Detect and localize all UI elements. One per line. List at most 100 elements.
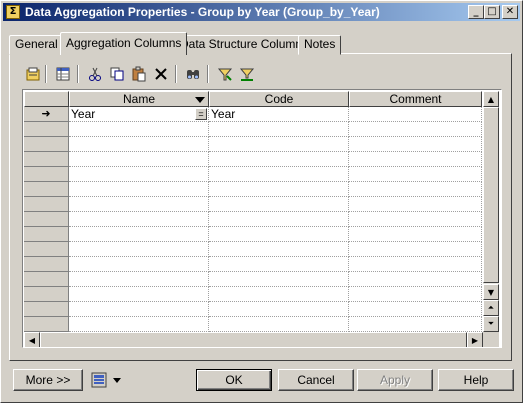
- empty-cell[interactable]: [209, 152, 349, 167]
- empty-cell[interactable]: [349, 227, 482, 242]
- edit-name-button[interactable]: =: [195, 108, 207, 120]
- empty-cell[interactable]: [69, 182, 209, 197]
- row-header[interactable]: [24, 212, 69, 227]
- empty-cell[interactable]: [209, 242, 349, 257]
- empty-cell[interactable]: [69, 317, 209, 332]
- empty-cell[interactable]: [69, 272, 209, 287]
- empty-cell[interactable]: [349, 212, 482, 227]
- horizontal-scroll-thumb[interactable]: [40, 332, 467, 347]
- column-header-comment[interactable]: Comment: [349, 91, 482, 107]
- empty-cell[interactable]: [349, 182, 482, 197]
- empty-cell[interactable]: [349, 167, 482, 182]
- empty-cell[interactable]: [209, 137, 349, 152]
- empty-table-row[interactable]: [24, 287, 482, 302]
- tab-general[interactable]: General: [9, 35, 64, 55]
- empty-table-row[interactable]: [24, 122, 482, 137]
- empty-cell[interactable]: [69, 122, 209, 137]
- empty-cell[interactable]: [69, 302, 209, 317]
- tab-notes[interactable]: Notes: [298, 35, 342, 55]
- empty-cell[interactable]: [349, 272, 482, 287]
- copy-icon[interactable]: [107, 64, 127, 84]
- find-icon[interactable]: [183, 64, 203, 84]
- row-header[interactable]: [24, 242, 69, 257]
- empty-cell[interactable]: [69, 257, 209, 272]
- ok-button[interactable]: OK: [196, 369, 272, 391]
- empty-cell[interactable]: [209, 167, 349, 182]
- row-header[interactable]: [24, 137, 69, 152]
- scroll-page-up-button[interactable]: ⏶: [483, 300, 499, 316]
- row-header[interactable]: [24, 227, 69, 242]
- scroll-right-button[interactable]: ▶: [467, 332, 483, 347]
- empty-cell[interactable]: [209, 272, 349, 287]
- close-button[interactable]: ✕: [502, 5, 518, 19]
- empty-table-row[interactable]: [24, 197, 482, 212]
- table-row[interactable]: ➜ Year = Year: [24, 107, 482, 122]
- apply-button[interactable]: Apply: [357, 369, 433, 391]
- empty-cell[interactable]: [349, 122, 482, 137]
- row-header[interactable]: [24, 182, 69, 197]
- delete-icon[interactable]: [151, 64, 171, 84]
- maximize-button[interactable]: □: [484, 5, 500, 19]
- layout-menu-button[interactable]: [89, 369, 129, 391]
- empty-cell[interactable]: [209, 197, 349, 212]
- empty-cell[interactable]: [69, 197, 209, 212]
- empty-cell[interactable]: [349, 257, 482, 272]
- comment-cell[interactable]: [349, 107, 482, 122]
- empty-cell[interactable]: [69, 242, 209, 257]
- name-cell[interactable]: Year =: [69, 107, 209, 122]
- empty-table-row[interactable]: [24, 167, 482, 182]
- empty-cell[interactable]: [209, 317, 349, 332]
- empty-cell[interactable]: [349, 152, 482, 167]
- code-cell[interactable]: Year: [209, 107, 349, 122]
- empty-cell[interactable]: [209, 287, 349, 302]
- column-dropdown-icon[interactable]: [195, 97, 205, 103]
- empty-cell[interactable]: [209, 212, 349, 227]
- empty-cell[interactable]: [69, 212, 209, 227]
- row-header[interactable]: [24, 167, 69, 182]
- current-row-icon[interactable]: ➜: [24, 107, 69, 122]
- empty-cell[interactable]: [349, 302, 482, 317]
- empty-cell[interactable]: [69, 287, 209, 302]
- more-button[interactable]: More >>: [13, 369, 83, 391]
- empty-cell[interactable]: [349, 317, 482, 332]
- row-header[interactable]: [24, 287, 69, 302]
- empty-cell[interactable]: [209, 257, 349, 272]
- column-header-code[interactable]: Code: [209, 91, 349, 107]
- empty-cell[interactable]: [209, 227, 349, 242]
- empty-cell[interactable]: [69, 227, 209, 242]
- vertical-scrollbar[interactable]: ▲ ▼ ⏶ ⏷: [483, 91, 499, 332]
- empty-cell[interactable]: [349, 197, 482, 212]
- empty-cell[interactable]: [69, 167, 209, 182]
- empty-table-row[interactable]: [24, 227, 482, 242]
- empty-table-row[interactable]: [24, 302, 482, 317]
- properties-icon[interactable]: [23, 64, 43, 84]
- empty-table-row[interactable]: [24, 137, 482, 152]
- empty-table-row[interactable]: [24, 152, 482, 167]
- scroll-up-button[interactable]: ▲: [483, 91, 499, 107]
- row-header[interactable]: [24, 272, 69, 287]
- cancel-button[interactable]: Cancel: [278, 369, 354, 391]
- empty-table-row[interactable]: [24, 317, 482, 332]
- row-header[interactable]: [24, 197, 69, 212]
- empty-cell[interactable]: [69, 152, 209, 167]
- empty-cell[interactable]: [209, 302, 349, 317]
- empty-table-row[interactable]: [24, 242, 482, 257]
- empty-cell[interactable]: [349, 242, 482, 257]
- scroll-down-button[interactable]: ▼: [483, 284, 499, 300]
- tab-data-structure-columns[interactable]: Data Structure Columns: [174, 35, 315, 55]
- clear-filter-icon[interactable]: [237, 64, 257, 84]
- column-header-name[interactable]: Name: [69, 91, 209, 107]
- help-button[interactable]: Help: [438, 369, 514, 391]
- add-columns-icon[interactable]: [53, 64, 73, 84]
- empty-table-row[interactable]: [24, 182, 482, 197]
- vertical-scroll-thumb[interactable]: [483, 107, 499, 283]
- scroll-page-down-button[interactable]: ⏷: [483, 316, 499, 332]
- cut-icon[interactable]: [85, 64, 105, 84]
- empty-table-row[interactable]: [24, 257, 482, 272]
- row-header[interactable]: [24, 257, 69, 272]
- empty-cell[interactable]: [69, 137, 209, 152]
- empty-cell[interactable]: [209, 122, 349, 137]
- horizontal-scrollbar[interactable]: ◀ ▶: [24, 332, 483, 347]
- row-header[interactable]: [24, 152, 69, 167]
- empty-table-row[interactable]: [24, 272, 482, 287]
